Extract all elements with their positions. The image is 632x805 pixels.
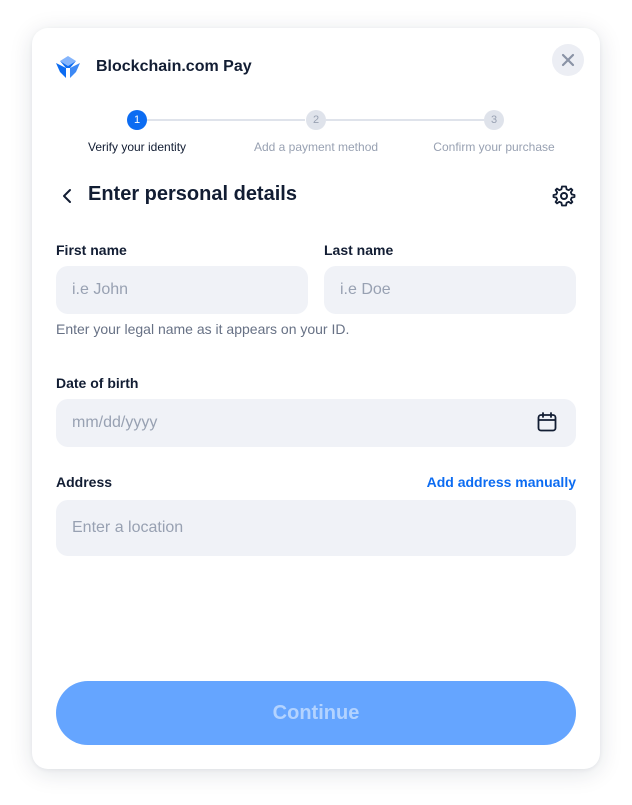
title-row: Enter personal details: [56, 180, 576, 212]
calendar-icon[interactable]: [536, 411, 558, 433]
checkout-card: Blockchain.com Pay 1 2 3 Verify your ide…: [32, 28, 600, 769]
gear-icon[interactable]: [552, 184, 576, 208]
first-name-label: First name: [56, 242, 127, 258]
step-1-label: Verify your identity: [87, 140, 187, 154]
step-connector: [147, 119, 305, 121]
step-2-indicator: 2: [306, 110, 326, 130]
dob-input[interactable]: [56, 399, 576, 447]
address-input[interactable]: [56, 500, 576, 556]
chevron-left-icon[interactable]: [56, 184, 80, 208]
close-button[interactable]: [552, 44, 584, 76]
step-2-label: Add a payment method: [253, 140, 379, 154]
step-1-indicator: 1: [127, 110, 147, 130]
last-name-input[interactable]: [324, 266, 576, 314]
name-help-text: Enter your legal name as it appears on y…: [56, 321, 350, 337]
last-name-label: Last name: [324, 242, 394, 258]
page-title: Enter personal details: [88, 183, 297, 205]
close-icon: [561, 53, 575, 67]
first-name-input[interactable]: [56, 266, 308, 314]
step-3-indicator: 3: [484, 110, 504, 130]
header: Blockchain.com Pay: [56, 52, 252, 82]
add-address-manually-link[interactable]: Add address manually: [427, 474, 576, 490]
blockchain-logo-icon: [56, 56, 80, 78]
progress-stepper: 1 2 3 Verify your identity Add a payment…: [32, 110, 600, 160]
step-3-label: Confirm your purchase: [433, 140, 555, 154]
dob-label: Date of birth: [56, 375, 139, 391]
address-label: Address: [56, 474, 113, 490]
step-connector: [326, 119, 484, 121]
continue-button[interactable]: Continue: [56, 681, 576, 745]
brand-name: Blockchain.com Pay: [96, 58, 252, 75]
